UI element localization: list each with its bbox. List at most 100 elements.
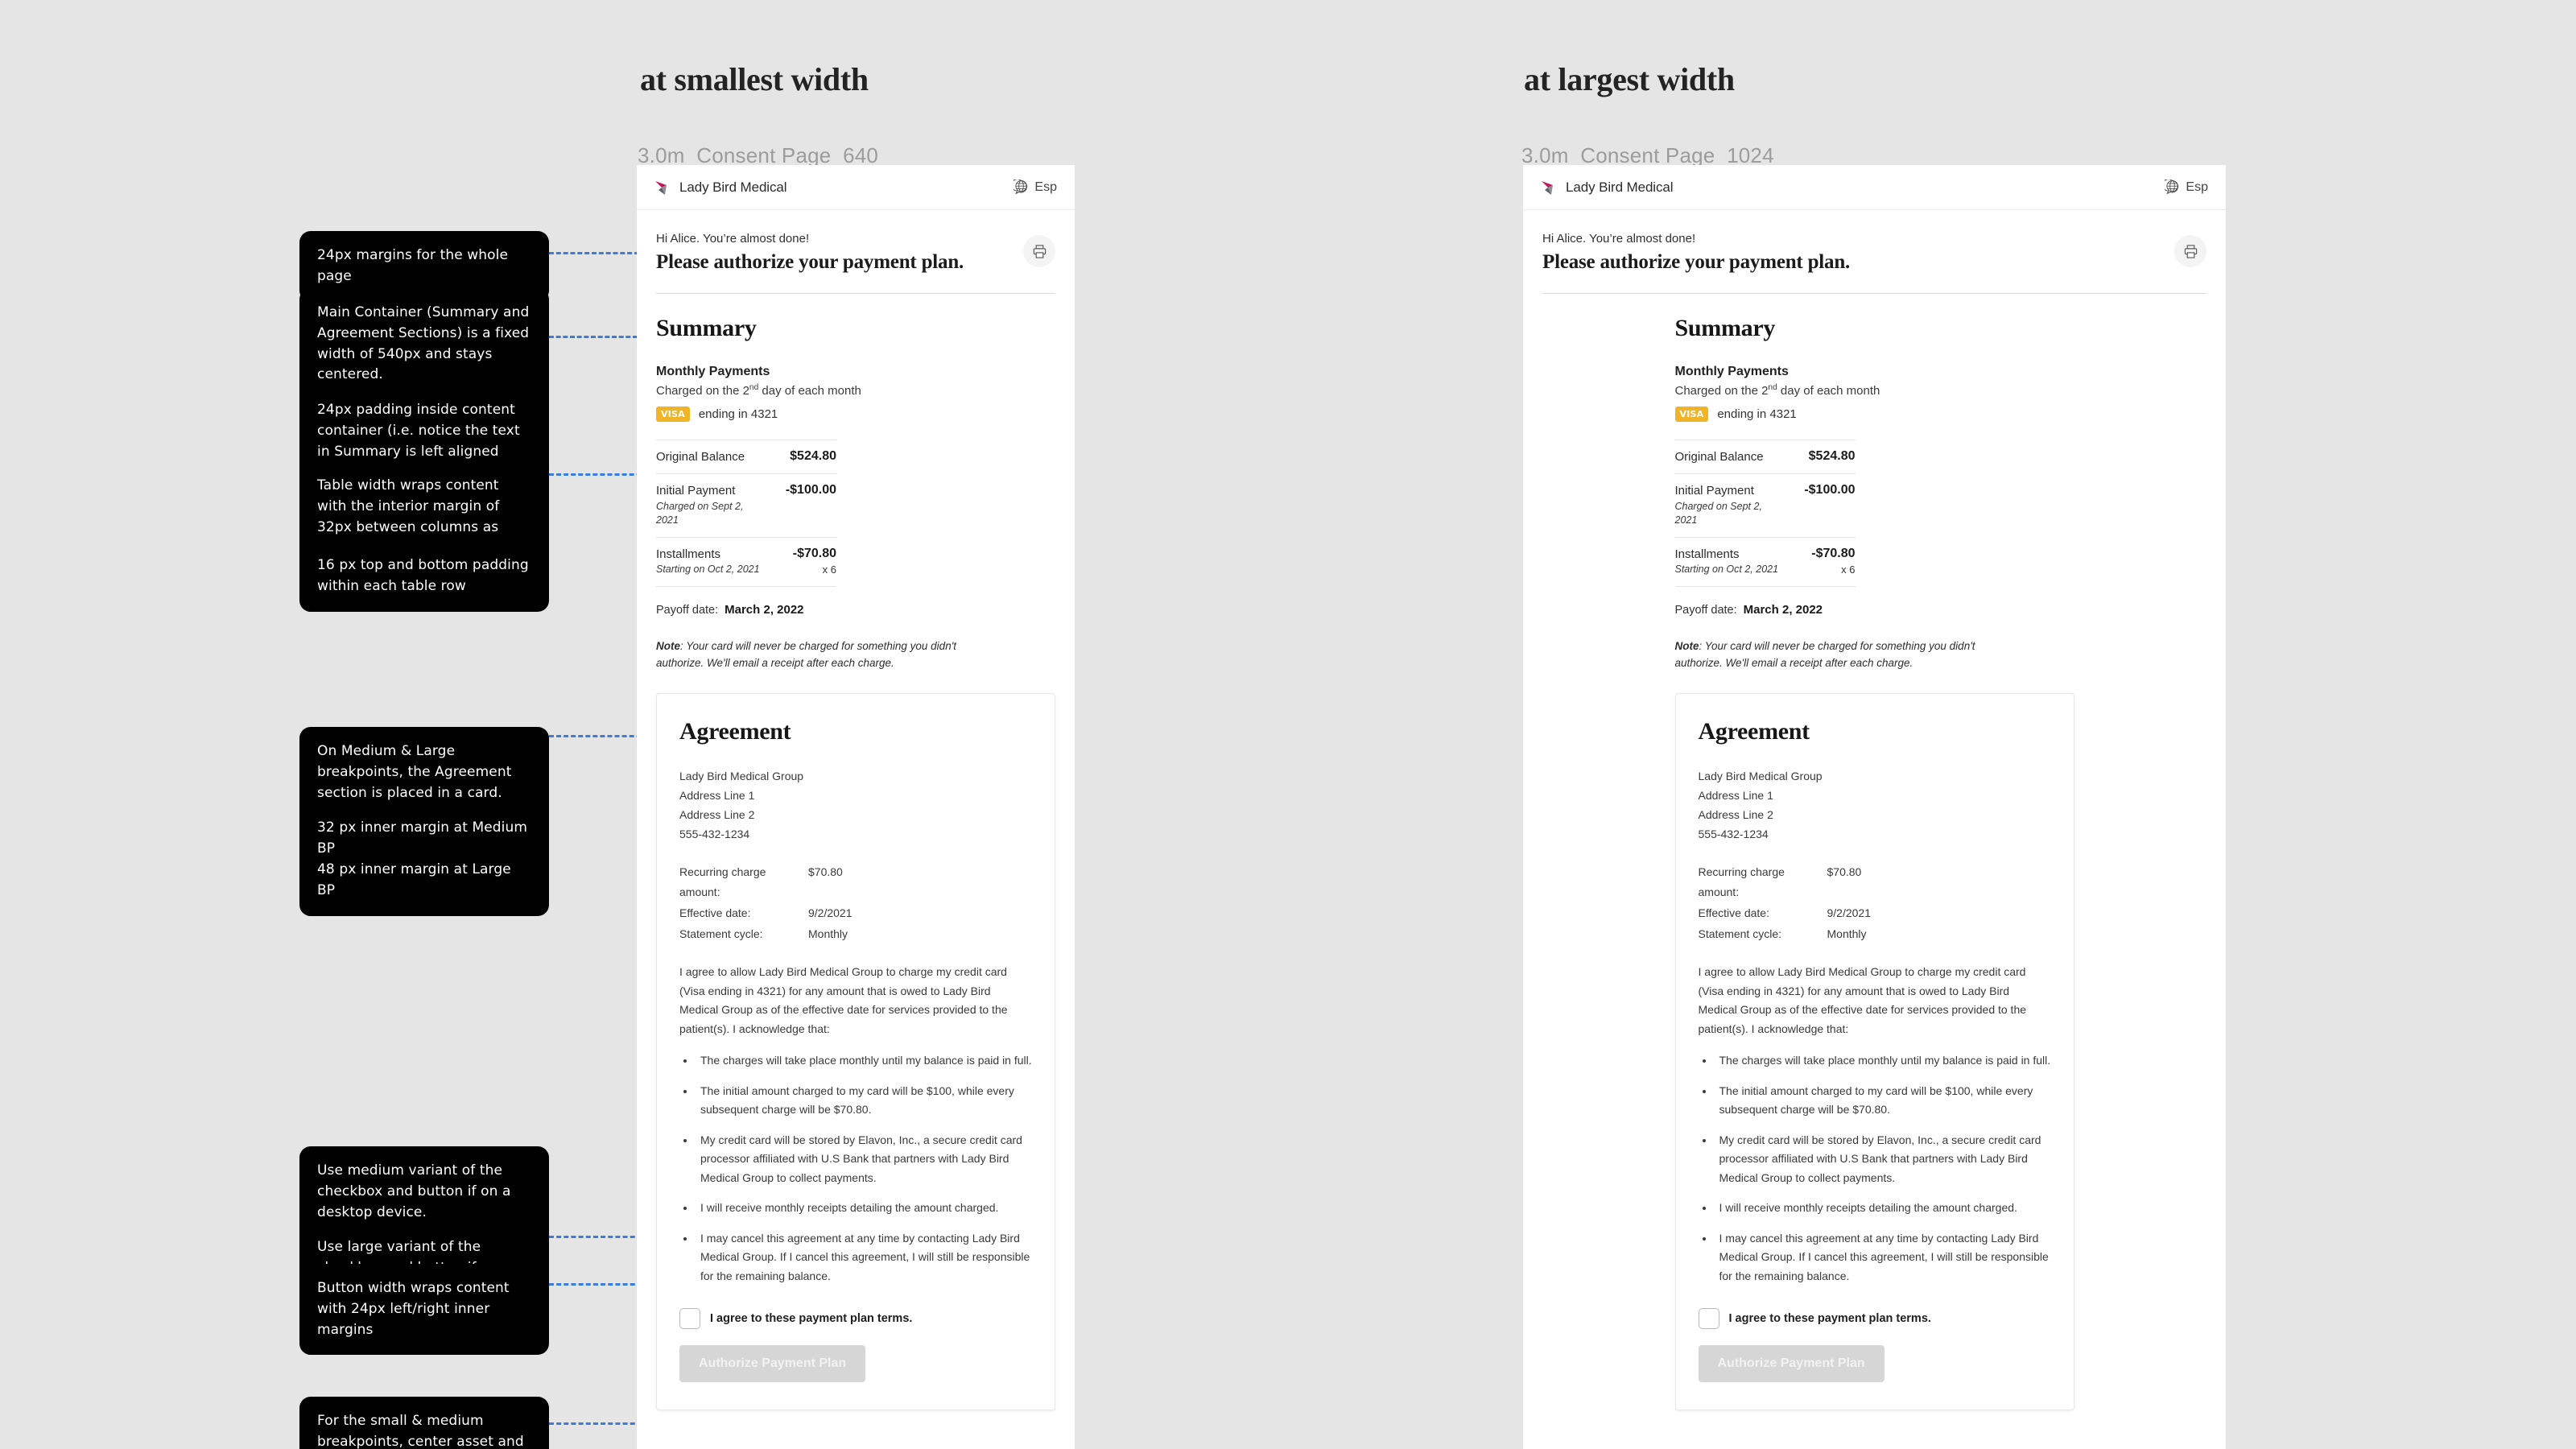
charge-day-post: day of each month (1777, 383, 1880, 398)
row-label: Installments (656, 547, 721, 561)
note-line: Use medium variant of the checkbox and b… (317, 1162, 511, 1220)
detail-value: $70.80 (1827, 865, 1862, 878)
charge-day-ordinal: nd (1768, 382, 1777, 392)
monthly-payments-title: Monthly Payments (1674, 364, 1789, 378)
provider-address: Lady Bird Medical Group Address Line 1 A… (1699, 766, 2051, 844)
detail-row: Recurring charge amount: $70.80 (679, 862, 1032, 904)
detail-value: 9/2/2021 (1827, 906, 1872, 920)
payoff-label: Payoff date: (656, 603, 719, 617)
consent-row[interactable]: I agree to these payment plan terms. (1698, 1308, 2051, 1330)
payoff-row: Payoff date: March 2, 2022 (656, 603, 1055, 617)
payment-method-row: VISA ending in 4321 (656, 406, 1055, 422)
note-button-width: Button width wraps content with 24px lef… (299, 1264, 549, 1356)
list-item: I may cancel this agreement at any time … (1715, 1229, 2051, 1286)
greeting-subtitle: Hi Alice. You’re almost done! (1542, 232, 1696, 246)
page-title: Please authorize your payment plan. (1542, 251, 1851, 274)
agreement-card: Agreement Lady Bird Medical Group Addres… (656, 693, 1055, 1411)
card-last4: ending in 4321 (698, 407, 778, 421)
card-last4: ending in 4321 (1717, 407, 1797, 421)
row-sublabel: Starting on Oct 2, 2021 (656, 564, 760, 575)
note-line: 24px margins for the whole page (317, 247, 509, 284)
leader-line (549, 252, 639, 254)
address-line: 555-432-1234 (679, 828, 750, 841)
page-body: Hi Alice. You’re almost done! Please aut… (1523, 210, 2226, 294)
address-line: 555-432-1234 (1698, 828, 1769, 841)
detail-value: Monthly (1827, 927, 1867, 941)
address-line: Lady Bird Medical Group (679, 770, 804, 783)
note-body: : Your card will never be charged for so… (656, 639, 957, 670)
section-title-largest: at largest width (1524, 61, 1735, 97)
list-item: The initial amount charged to my card wi… (696, 1082, 1032, 1120)
note-agreement-card: On Medium & Large breakpoints, the Agree… (299, 727, 549, 916)
agreement-card-inner: Agreement Lady Bird Medical Group Addres… (1676, 694, 2074, 1410)
summary-heading: Summary (656, 314, 757, 341)
list-item: My credit card will be stored by Elavon,… (696, 1131, 1032, 1188)
authorize-payment-plan-button[interactable]: Authorize Payment Plan (679, 1345, 866, 1383)
row-label: Initial Payment (1674, 484, 1754, 497)
note-line: For the small & medium breakpoints, cent… (317, 1413, 524, 1449)
table-row: Installments Starting on Oct 2, 2021 -$7… (1674, 536, 1856, 587)
list-item: The charges will take place monthly unti… (696, 1051, 1032, 1071)
language-label: Esp (1034, 180, 1057, 194)
terms-checkbox[interactable] (679, 1308, 700, 1330)
authorization-note: Note: Your card will never be charged fo… (656, 638, 1002, 673)
print-icon (1033, 244, 1046, 258)
row-label: Installments (1674, 547, 1740, 561)
divider (656, 292, 1055, 294)
row-value: $524.80 (1808, 448, 1856, 463)
page-body: Hi Alice. You’re almost done! Please aut… (637, 210, 1075, 294)
agreement-heading: Agreement (1698, 718, 1810, 745)
detail-row: Recurring charge amount: $70.80 (1699, 862, 2051, 904)
terms-checkbox[interactable] (1698, 1308, 1719, 1330)
detail-key: Recurring charge amount: (679, 865, 766, 899)
authorize-payment-plan-button[interactable]: Authorize Payment Plan (1698, 1345, 1885, 1383)
greeting-row: Hi Alice. You’re almost done! Please aut… (656, 210, 1055, 275)
visa-badge-icon: VISA (656, 406, 690, 422)
list-item: The charges will take place monthly unti… (1715, 1051, 2051, 1071)
row-label: Original Balance (1674, 449, 1764, 464)
note-line: 32 px inner margin at Medium BP 48 px in… (317, 819, 528, 898)
address-line: Address Line 2 (1698, 808, 1773, 822)
print-button[interactable] (2174, 235, 2207, 267)
language-switcher[interactable]: Esp (2165, 180, 2208, 195)
detail-value: $70.80 (808, 865, 843, 878)
greeting-text: Hi Alice. You’re almost done! Please aut… (1542, 231, 1850, 275)
row-value-group: $524.80 (1809, 449, 1856, 464)
row-label-group: Initial Payment Charged on Sept 2, 2021 (1675, 483, 1779, 528)
note-prefix: Note (656, 639, 680, 652)
detail-key: Effective date: (679, 906, 751, 920)
row-sublabel: Starting on Oct 2, 2021 (1674, 564, 1779, 575)
row-label: Initial Payment (656, 484, 736, 497)
charge-day-ordinal: nd (749, 382, 759, 392)
greeting-subtitle: Hi Alice. You’re almost done! (656, 232, 810, 246)
main-container: Summary Monthly Payments Charged on the … (637, 315, 1075, 1449)
detail-row: Effective date: 9/2/2021 (1699, 903, 2051, 924)
monthly-payments-subtitle: Charged on the 2nd day of each month (656, 383, 1055, 398)
detail-row: Effective date: 9/2/2021 (679, 903, 1032, 924)
detail-key: Statement cycle: (679, 927, 763, 941)
print-button[interactable] (1023, 235, 1055, 267)
terms-checkbox-label: I agree to these payment plan terms. (710, 1312, 913, 1326)
address-line: Address Line 1 (1698, 789, 1773, 803)
row-value-group: -$100.00 (786, 483, 836, 497)
address-line: Address Line 2 (679, 808, 755, 822)
app-topbar: Lady Bird Medical Esp (1523, 165, 2226, 210)
visa-badge-icon: VISA (1674, 406, 1709, 422)
detail-value: Monthly (808, 927, 848, 941)
consent-row[interactable]: I agree to these payment plan terms. (679, 1308, 1032, 1330)
language-switcher[interactable]: Esp (1013, 180, 1057, 195)
row-value: -$70.80 (792, 546, 836, 560)
globe-speech-icon (1013, 180, 1028, 195)
agreement-intro: I agree to allow Lady Bird Medical Group… (1698, 965, 2027, 1035)
mockup-frame-1024: Lady Bird Medical Esp Hi Alice. You’re a… (1523, 165, 2226, 1449)
page-title: Please authorize your payment plan. (656, 251, 964, 274)
row-value: -$100.00 (785, 483, 836, 497)
note-prefix: Note (1674, 639, 1699, 652)
row-label-group: Original Balance (1675, 449, 1764, 465)
monthly-payments-subtitle: Charged on the 2nd day of each month (1675, 383, 2074, 398)
row-value: $524.80 (790, 448, 836, 463)
row-label-group: Initial Payment Charged on Sept 2, 2021 (656, 483, 760, 528)
lady-bird-logo-icon (655, 180, 667, 195)
note-body: : Your card will never be charged for so… (1674, 639, 1975, 670)
authorization-note: Note: Your card will never be charged fo… (1675, 638, 2021, 673)
